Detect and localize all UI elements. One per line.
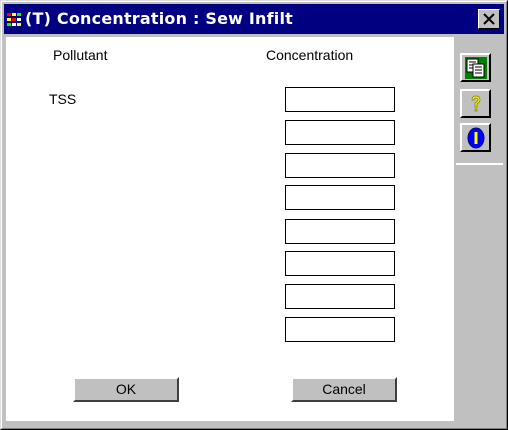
toolbar-button-group — [456, 37, 503, 165]
app-icon — [7, 13, 21, 26]
info-icon — [467, 127, 485, 149]
window-title: (T) Concentration : Sew Infilt — [25, 9, 293, 28]
copy-button[interactable] — [460, 53, 491, 82]
concentration-field-6[interactable] — [285, 251, 395, 276]
concentration-field-8[interactable] — [285, 317, 395, 342]
close-button[interactable] — [478, 9, 500, 29]
pollutant-name: TSS — [49, 91, 77, 107]
pollutant-column-header: Pollutant — [53, 47, 108, 63]
dialog-window: (T) Concentration : Sew Infilt Pollutant… — [0, 0, 508, 430]
side-toolbar — [456, 37, 503, 421]
ok-button[interactable]: OK — [73, 377, 179, 402]
concentration-field-4[interactable] — [285, 185, 395, 210]
close-icon — [483, 13, 495, 25]
title-bar[interactable]: (T) Concentration : Sew Infilt — [4, 4, 504, 34]
concentration-field-3[interactable] — [285, 153, 395, 178]
copy-icon — [465, 57, 487, 79]
info-button[interactable] — [460, 123, 491, 152]
concentration-field-1[interactable] — [285, 87, 395, 112]
help-button[interactable] — [460, 89, 491, 118]
concentration-field-5[interactable] — [285, 219, 395, 244]
help-icon — [471, 95, 481, 112]
concentration-field-2[interactable] — [285, 120, 395, 145]
concentration-field-7[interactable] — [285, 284, 395, 309]
dialog-content: Pollutant Concentration TSS OK Cancel — [6, 37, 454, 421]
cancel-button[interactable]: Cancel — [291, 377, 397, 402]
concentration-column-header: Concentration — [266, 47, 354, 63]
